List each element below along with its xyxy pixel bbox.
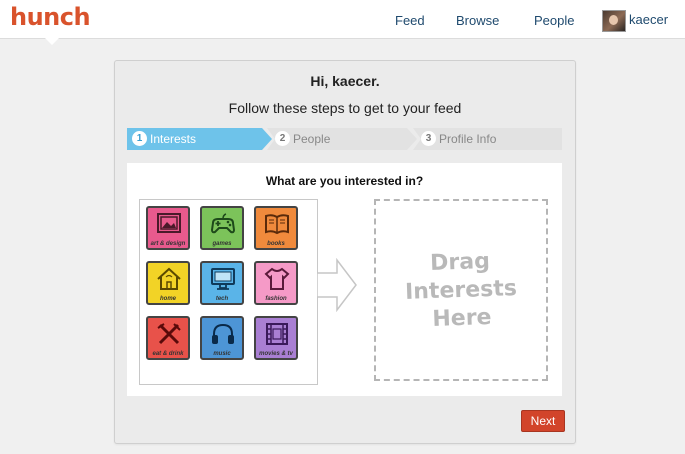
- nav-feed-link[interactable]: Feed: [395, 13, 425, 28]
- interest-label: art & design: [150, 241, 186, 247]
- nav-people-link[interactable]: People: [534, 13, 574, 28]
- interest-tile-art-design[interactable]: art & design: [146, 206, 190, 250]
- interest-label: music: [213, 351, 231, 357]
- steps-subtitle: Follow these steps to get to your feed: [228, 100, 462, 116]
- drop-zone-hint: Drag Interests Here: [375, 246, 548, 336]
- shirt-icon: [264, 267, 290, 290]
- interest-label: fashion: [265, 296, 287, 302]
- interests-area: What are you interested in? art & design…: [127, 163, 562, 396]
- interest-drop-zone[interactable]: Drag Interests Here: [374, 199, 548, 381]
- drop-hint-line: Here: [431, 304, 492, 333]
- onboarding-panel: Hi, kaecer. Follow these steps to get to…: [114, 60, 576, 444]
- username-link[interactable]: kaecer: [629, 12, 668, 27]
- fork-knife-icon: [157, 323, 181, 345]
- interests-question: What are you interested in?: [265, 174, 424, 188]
- interest-tile-movies-tv[interactable]: movies & tv: [254, 316, 298, 360]
- headphones-icon: [212, 323, 234, 344]
- interest-tile-books[interactable]: books: [254, 206, 298, 250]
- interest-label: tech: [215, 296, 229, 302]
- picture-icon: [157, 213, 181, 233]
- hunch-logo[interactable]: hunch: [10, 3, 91, 31]
- interest-label: games: [212, 241, 232, 247]
- interest-tile-music[interactable]: music: [200, 316, 244, 360]
- drag-arrow-icon: [317, 258, 357, 312]
- interest-tile-home[interactable]: home: [146, 261, 190, 305]
- book-icon: [265, 214, 289, 235]
- step-number: 3: [421, 131, 436, 146]
- step-label: Profile Info: [439, 132, 497, 146]
- monitor-icon: [211, 268, 235, 290]
- greeting-heading: Hi, kaecer.: [310, 73, 380, 89]
- gamepad-icon: [210, 213, 236, 234]
- step-profile-info: 3 Profile Info: [413, 128, 562, 150]
- step-people: 2 People: [267, 128, 417, 150]
- step-number: 1: [132, 131, 147, 146]
- interest-label: home: [159, 296, 176, 302]
- step-number: 2: [275, 131, 290, 146]
- interest-label: movies & tv: [259, 351, 293, 357]
- interest-label: eat & drink: [152, 351, 184, 357]
- next-button[interactable]: Next: [521, 410, 565, 432]
- house-icon: [157, 267, 181, 290]
- interest-tile-eat-drink[interactable]: eat & drink: [146, 316, 190, 360]
- step-progress-bar: 1 Interests 2 People 3 Profile Info: [127, 128, 562, 150]
- top-nav-bar: hunch Feed Browse People kaecer: [0, 0, 685, 45]
- interest-tile-tech[interactable]: tech: [200, 261, 244, 305]
- interest-tile-fashion[interactable]: fashion: [254, 261, 298, 305]
- interest-label: books: [267, 241, 285, 247]
- interest-tiles-grid: art & design games books home tech fashi…: [139, 199, 318, 385]
- film-icon: [266, 323, 288, 345]
- step-label: People: [293, 132, 331, 146]
- nav-browse-link[interactable]: Browse: [456, 13, 499, 28]
- logo-notch: [45, 38, 59, 45]
- step-label: Interests: [150, 132, 197, 146]
- step-interests: 1 Interests: [127, 128, 272, 150]
- user-avatar[interactable]: [602, 10, 626, 32]
- interest-tile-games[interactable]: games: [200, 206, 244, 250]
